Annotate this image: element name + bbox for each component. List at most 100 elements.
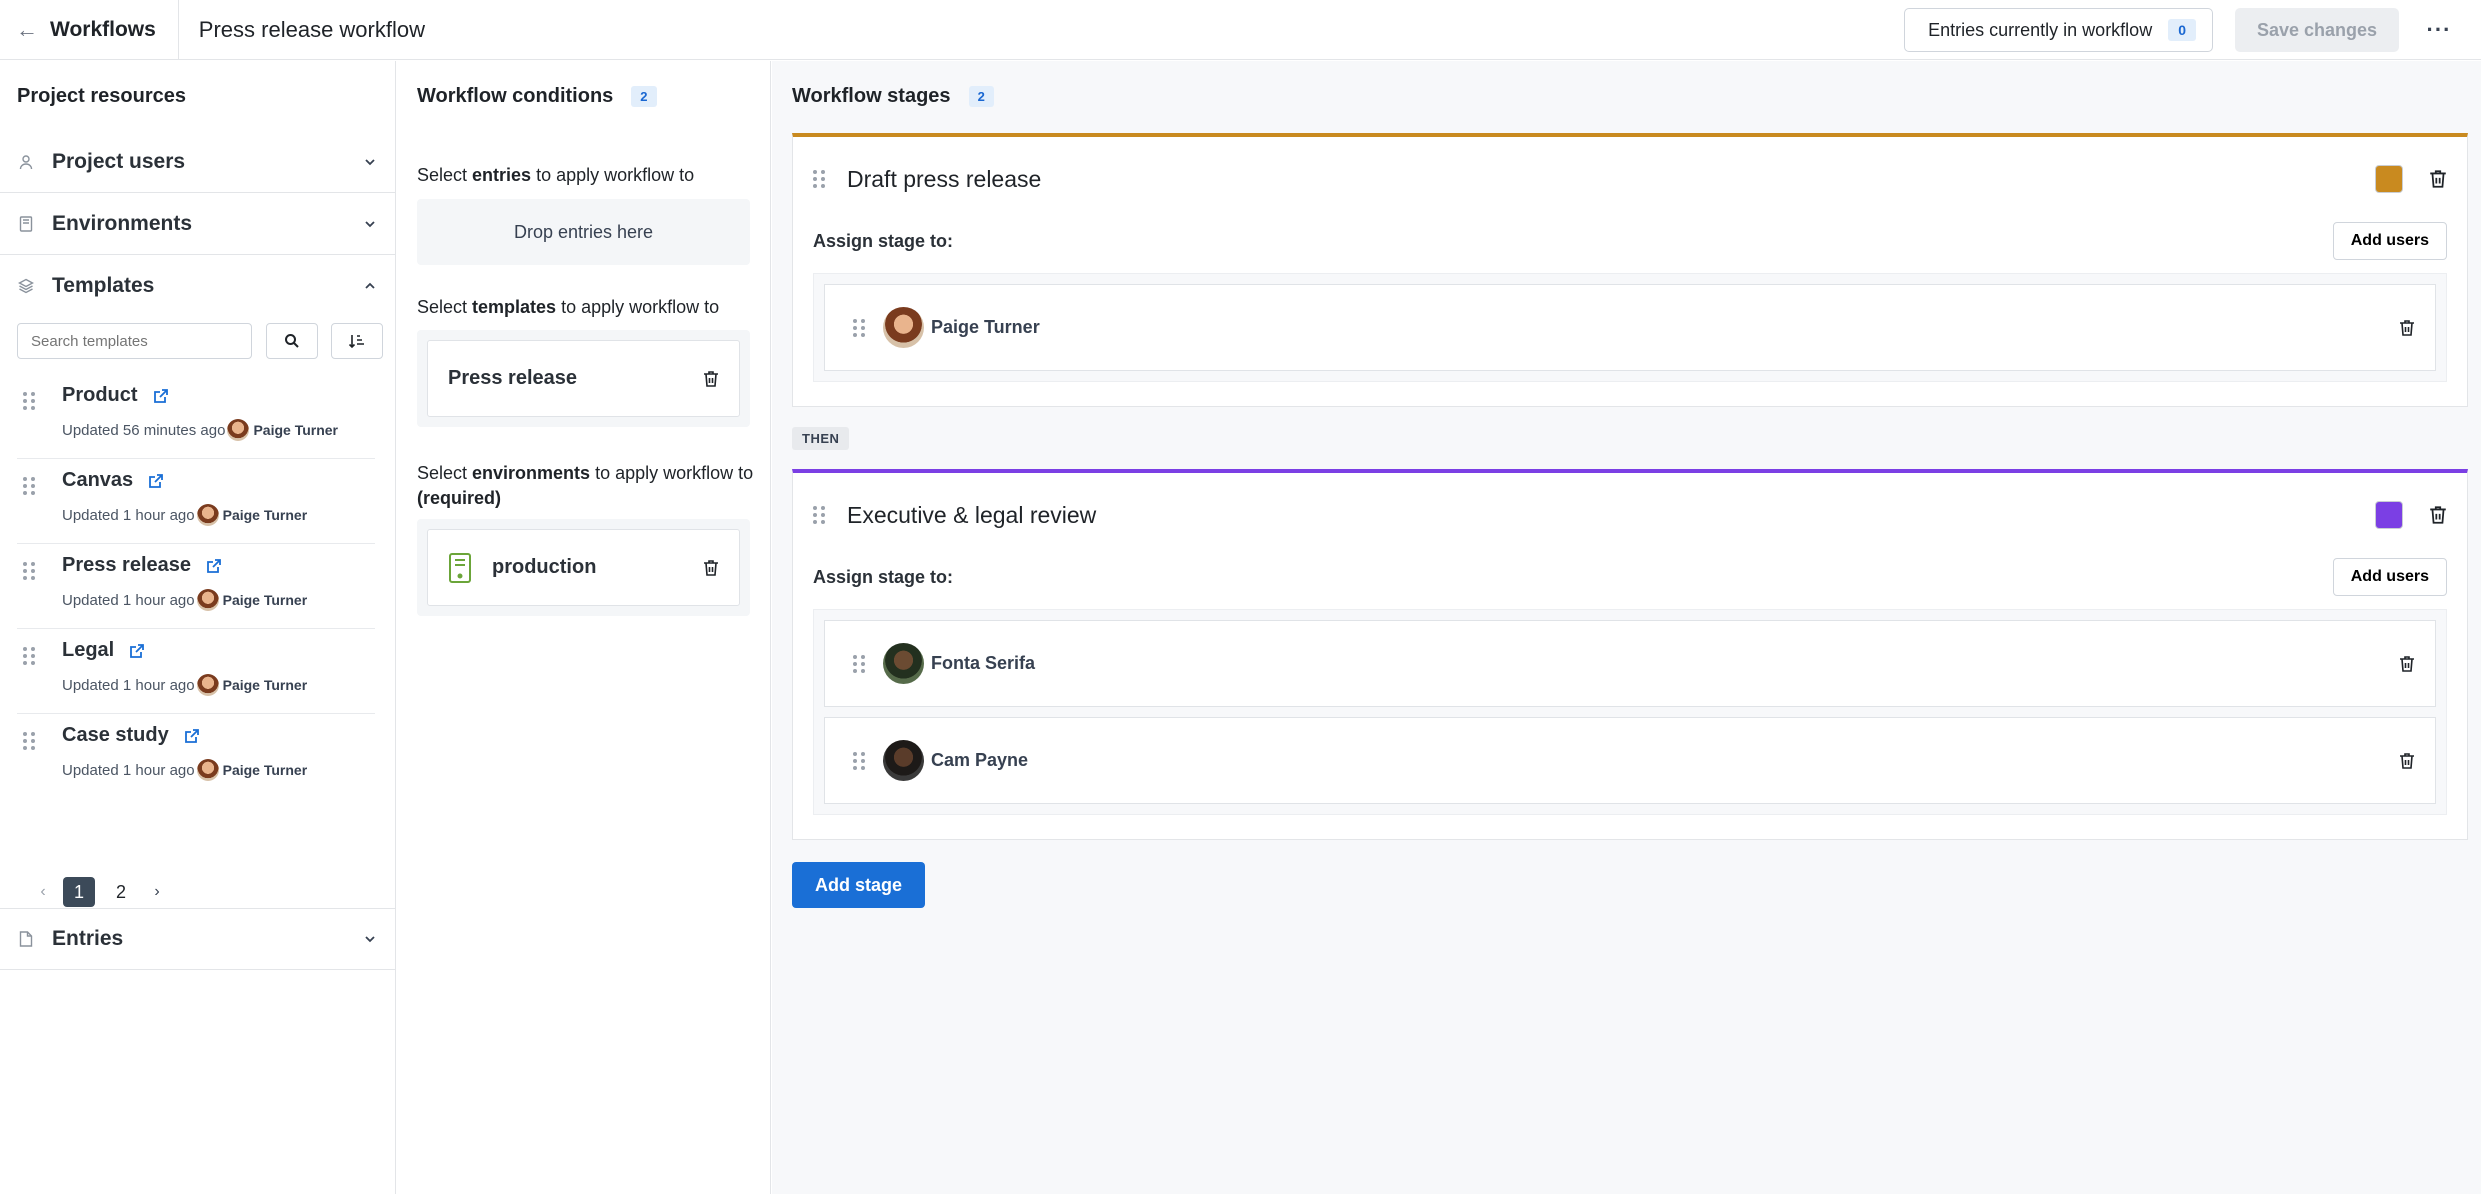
accordion-entries[interactable]: Entries — [0, 908, 395, 970]
chevron-left-icon[interactable]: ‹ — [28, 883, 58, 901]
more-options-icon[interactable]: ··· — [2421, 8, 2457, 52]
template-name[interactable]: Legal — [62, 639, 114, 662]
list-item[interactable]: Press release Updated 1 hour ago Paige T… — [17, 544, 375, 629]
drag-handle-icon[interactable] — [853, 654, 865, 673]
stage-color-picker[interactable] — [2375, 501, 2403, 529]
external-link-icon[interactable] — [183, 727, 201, 745]
sort-icon — [348, 335, 364, 349]
entries-drop-zone[interactable]: Drop entries here — [417, 199, 750, 265]
template-updated: Updated 56 minutes ago — [62, 421, 226, 439]
stage-card: Draft press release Assign stage to: Add… — [792, 133, 2468, 407]
accordion-environments[interactable]: Environments — [0, 193, 395, 255]
drag-handle-icon[interactable] — [23, 647, 35, 665]
template-user: Paige Turner — [253, 422, 338, 438]
assigned-user-card[interactable]: Cam Payne — [824, 717, 2436, 804]
drag-handle-icon[interactable] — [853, 751, 865, 770]
back-label: Workflows — [50, 17, 156, 41]
assign-stage-label: Assign stage to: — [813, 566, 954, 587]
drag-handle-icon[interactable] — [23, 732, 35, 750]
trash-icon[interactable] — [2429, 505, 2447, 525]
external-link-icon[interactable] — [152, 387, 170, 405]
accordion-label: Project users — [52, 149, 186, 173]
template-updated: Updated 1 hour ago — [62, 761, 195, 779]
drag-handle-icon[interactable] — [23, 562, 35, 580]
entries-in-workflow-label: Entries currently in workflow — [1928, 19, 2153, 40]
chevron-right-icon[interactable]: › — [142, 883, 172, 901]
selected-template-label: Press release — [448, 367, 578, 389]
selected-environment-card[interactable]: production — [427, 529, 740, 606]
trash-icon[interactable] — [2429, 169, 2447, 189]
template-name[interactable]: Case study — [62, 724, 169, 747]
template-user: Paige Turner — [222, 592, 308, 608]
stage-name[interactable]: Draft press release — [847, 166, 2375, 193]
user-name: Cam Payne — [931, 750, 1029, 770]
drag-handle-icon[interactable] — [813, 170, 825, 188]
page-2-button[interactable]: 2 — [105, 877, 137, 907]
accordion-templates[interactable]: Templates — [0, 255, 395, 317]
environments-condition-label: Select environments to apply workflow to… — [417, 463, 754, 508]
sort-button[interactable] — [331, 323, 383, 359]
drag-handle-icon[interactable] — [23, 477, 35, 495]
templates-list: Product Updated 56 minutes ago Paige Tur… — [17, 374, 375, 799]
list-item[interactable]: Canvas Updated 1 hour ago Paige Turner — [17, 459, 375, 544]
list-item[interactable]: Legal Updated 1 hour ago Paige Turner — [17, 629, 375, 714]
stages-count-badge: 2 — [968, 86, 994, 107]
section-title: Workflow stages — [792, 85, 951, 107]
entries-condition-label: Select entries to apply workflow to — [417, 165, 695, 185]
section-title: Workflow conditions — [417, 85, 614, 107]
stage-card: Executive & legal review Assign stage to… — [792, 469, 2468, 840]
save-changes-button[interactable]: Save changes — [2235, 8, 2399, 52]
trash-icon[interactable] — [2399, 655, 2415, 673]
back-to-workflows[interactable]: ← Workflows — [0, 0, 179, 60]
page-1-button[interactable]: 1 — [63, 877, 95, 907]
trash-icon[interactable] — [703, 370, 719, 388]
template-updated: Updated 1 hour ago — [62, 676, 195, 694]
trash-icon[interactable] — [2399, 319, 2415, 337]
add-stage-button[interactable]: Add stage — [792, 862, 925, 908]
template-updated: Updated 1 hour ago — [62, 506, 195, 524]
then-connector: THEN — [792, 427, 850, 450]
trash-icon[interactable] — [2399, 752, 2415, 770]
assigned-user-card[interactable]: Fonta Serifa — [824, 620, 2436, 707]
project-resources-panel: Project resources Project users Environm… — [0, 61, 396, 1194]
avatar — [196, 589, 219, 611]
layers-icon — [18, 278, 34, 294]
assigned-user-card[interactable]: Paige Turner — [824, 284, 2436, 371]
chevron-down-icon — [365, 220, 375, 227]
drag-handle-icon[interactable] — [853, 318, 865, 337]
external-link-icon[interactable] — [128, 642, 146, 660]
pagination: ‹ 1 2 › — [28, 877, 172, 907]
search-templates-input[interactable] — [17, 323, 252, 359]
selected-environment-label: production — [492, 556, 597, 578]
avatar — [883, 740, 924, 781]
template-name[interactable]: Canvas — [62, 469, 133, 492]
user-icon — [18, 154, 34, 170]
template-user: Paige Turner — [222, 762, 308, 778]
entries-in-workflow-button[interactable]: Entries currently in workflow 0 — [1904, 8, 2213, 52]
external-link-icon[interactable] — [147, 472, 165, 490]
accordion-label: Templates — [52, 274, 155, 297]
drag-handle-icon[interactable] — [23, 392, 35, 410]
stage-color-picker[interactable] — [2375, 165, 2403, 193]
drag-handle-icon[interactable] — [813, 506, 825, 524]
chevron-down-icon — [365, 936, 375, 943]
panel-title: Project resources — [17, 85, 186, 107]
chevron-down-icon — [365, 158, 375, 165]
list-item[interactable]: Case study Updated 1 hour ago Paige Turn… — [17, 714, 375, 799]
stage-name[interactable]: Executive & legal review — [847, 502, 2375, 529]
accordion-project-users[interactable]: Project users — [0, 131, 395, 193]
search-button[interactable] — [266, 323, 318, 359]
add-users-button[interactable]: Add users — [2332, 558, 2447, 596]
template-name[interactable]: Press release — [62, 554, 191, 577]
avatar — [196, 674, 219, 696]
trash-icon[interactable] — [703, 559, 719, 577]
page-title: Press release workflow — [198, 16, 425, 42]
template-name[interactable]: Product — [62, 384, 138, 407]
environment-icon — [449, 552, 471, 583]
external-link-icon[interactable] — [205, 557, 223, 575]
list-item[interactable]: Product Updated 56 minutes ago Paige Tur… — [17, 374, 375, 459]
selected-template-card[interactable]: Press release — [427, 340, 740, 417]
templates-drop-zone: Press release — [417, 330, 750, 427]
templates-condition-label: Select templates to apply workflow to — [417, 297, 720, 317]
add-users-button[interactable]: Add users — [2332, 222, 2447, 260]
